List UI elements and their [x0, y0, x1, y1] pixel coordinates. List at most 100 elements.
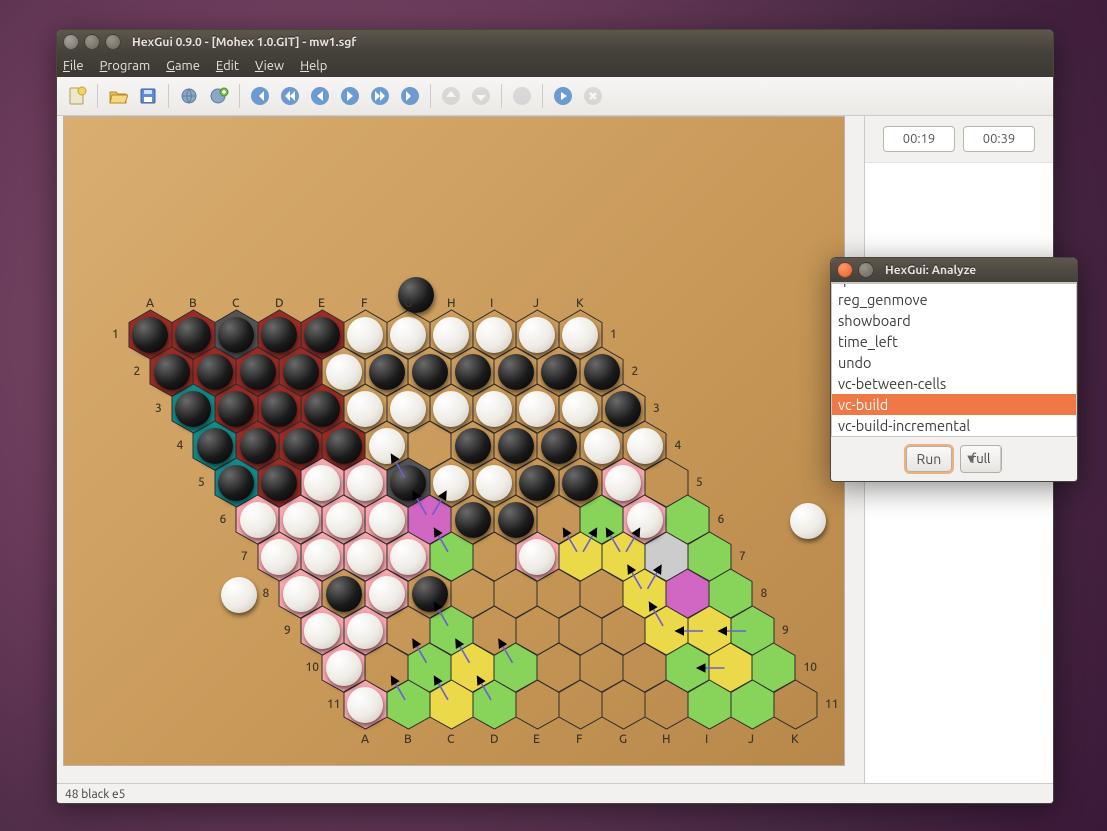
- stone-black: [218, 317, 254, 353]
- stone-white: [390, 391, 426, 427]
- menu-game[interactable]: Game: [166, 59, 200, 73]
- command-row[interactable]: vc-build-incremental: [832, 415, 1076, 436]
- stone-white: [627, 502, 663, 538]
- stone-black: [197, 354, 233, 390]
- menu-program[interactable]: Program: [100, 59, 151, 73]
- stone-white: [369, 428, 405, 464]
- chevron-down-icon: ▼: [961, 453, 981, 465]
- add-server-button[interactable]: [207, 84, 231, 108]
- command-row[interactable]: undo: [832, 352, 1076, 373]
- stone-black: [498, 354, 534, 390]
- command-row[interactable]: vc-between-cells: [832, 373, 1076, 394]
- stone-black: [326, 428, 362, 464]
- hex-board[interactable]: AABBCCDDEEFFGGHHIIJJKK112233445566778899…: [63, 116, 845, 766]
- spot-button[interactable]: [510, 84, 534, 108]
- command-row[interactable]: vc-build: [832, 394, 1076, 415]
- analyze-title: HexGui: Analyze: [885, 264, 976, 277]
- stone-white: [326, 354, 362, 390]
- coord-label: 2: [632, 365, 639, 378]
- command-list[interactable]: quitreg_genmoveshowboardtime_leftundovc-…: [831, 283, 1077, 437]
- coord-label: E: [318, 297, 325, 310]
- stone-black: [218, 391, 254, 427]
- hex-cell[interactable]: [645, 680, 688, 729]
- hex-cell[interactable]: [731, 680, 774, 729]
- coord-label: G: [404, 297, 412, 310]
- analyze-close-icon[interactable]: [837, 262, 853, 278]
- nav-first-button[interactable]: [248, 84, 272, 108]
- stone-black: [369, 354, 405, 390]
- stone-white: [369, 576, 405, 612]
- hex-cell[interactable]: [430, 680, 473, 729]
- stone-black: [605, 391, 641, 427]
- coord-label: G: [619, 733, 627, 746]
- stone-white: [283, 502, 319, 538]
- nav-last-button[interactable]: [398, 84, 422, 108]
- stone-black: [498, 428, 534, 464]
- nav-prev-button[interactable]: [308, 84, 332, 108]
- hex-cell[interactable]: [516, 680, 559, 729]
- genmove-down-button[interactable]: [469, 84, 493, 108]
- menu-edit[interactable]: Edit: [216, 59, 239, 73]
- stone-white: [476, 465, 512, 501]
- coord-label: J: [748, 733, 754, 746]
- stone-white: [519, 539, 555, 575]
- stone-black: [132, 317, 168, 353]
- coord-label: 1: [610, 328, 617, 341]
- window-maximize-icon[interactable]: [105, 34, 121, 50]
- connect-button[interactable]: [177, 84, 201, 108]
- coord-label: E: [533, 733, 540, 746]
- stone-white: [261, 539, 297, 575]
- stone-black: [283, 354, 319, 390]
- coord-label: 2: [134, 365, 141, 378]
- play-button[interactable]: [551, 84, 575, 108]
- window-minimize-icon[interactable]: [84, 34, 100, 50]
- hex-cell[interactable]: [473, 680, 516, 729]
- run-button[interactable]: Run: [906, 446, 953, 472]
- window-close-icon[interactable]: [63, 34, 79, 50]
- stone-white: [476, 317, 512, 353]
- command-row[interactable]: reg_genmove: [832, 289, 1076, 310]
- mode-select[interactable]: full ▼: [960, 445, 1002, 473]
- stone-black: [390, 465, 426, 501]
- analyze-minimize-icon[interactable]: [858, 262, 874, 278]
- stone-white: [369, 502, 405, 538]
- coord-label: F: [576, 733, 583, 746]
- coord-label: 10: [804, 661, 818, 674]
- hex-cell[interactable]: [688, 680, 731, 729]
- nav-fastfwd-button[interactable]: [368, 84, 392, 108]
- hex-cell[interactable]: [774, 680, 817, 729]
- coord-label: F: [361, 297, 368, 310]
- hex-cell[interactable]: [387, 680, 430, 729]
- stone-black: [455, 502, 491, 538]
- stone-black: [261, 465, 297, 501]
- hex-cell[interactable]: [559, 680, 602, 729]
- coord-label: 1: [112, 328, 119, 341]
- coord-label: B: [404, 733, 412, 746]
- nav-rewind-button[interactable]: [278, 84, 302, 108]
- stone-white: [433, 317, 469, 353]
- coord-label: 3: [653, 402, 660, 415]
- stone-black: [519, 465, 555, 501]
- stop-button[interactable]: [581, 84, 605, 108]
- nav-next-button[interactable]: [338, 84, 362, 108]
- main-window-titlebar[interactable]: HexGui 0.9.0 - [Mohex 1.0.GIT] - mw1.sgf: [57, 30, 1053, 54]
- menu-view[interactable]: View: [255, 59, 284, 73]
- analyze-titlebar[interactable]: HexGui: Analyze: [831, 258, 1077, 282]
- stone-white: [390, 539, 426, 575]
- stone-black: [175, 317, 211, 353]
- stone-black: [283, 428, 319, 464]
- menu-file[interactable]: File: [63, 59, 84, 73]
- open-file-button[interactable]: [106, 84, 130, 108]
- menu-help[interactable]: Help: [300, 59, 327, 73]
- genmove-up-button[interactable]: [439, 84, 463, 108]
- hex-cell[interactable]: [602, 680, 645, 729]
- new-file-button[interactable]: [65, 84, 89, 108]
- stone-black: [154, 354, 190, 390]
- stone-white: [326, 502, 362, 538]
- stone-white: [519, 317, 555, 353]
- save-file-button[interactable]: [136, 84, 160, 108]
- command-row[interactable]: showboard: [832, 310, 1076, 331]
- stone-black: [240, 354, 276, 390]
- coord-label: 9: [284, 624, 291, 637]
- command-row[interactable]: time_left: [832, 331, 1076, 352]
